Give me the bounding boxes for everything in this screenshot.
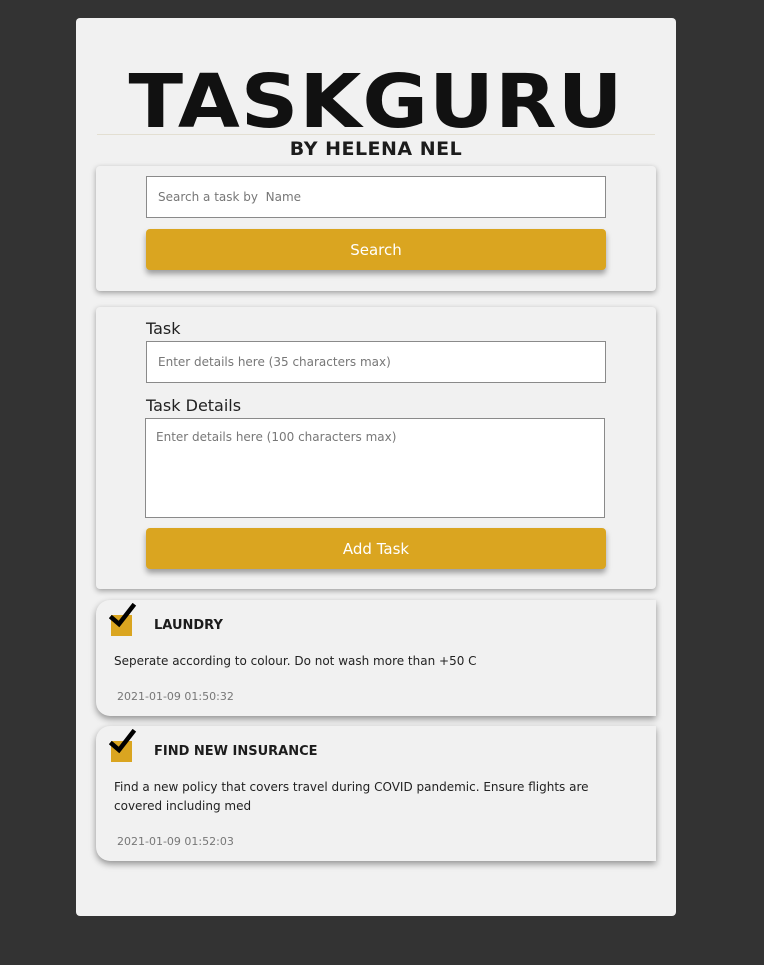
search-button[interactable]: Search xyxy=(146,229,606,270)
task-complete-checkbox[interactable] xyxy=(109,729,137,762)
task-complete-checkbox[interactable] xyxy=(109,603,137,636)
app-subtitle: BY HELENA NEL xyxy=(289,138,463,160)
task-name-input[interactable] xyxy=(146,341,606,383)
search-input[interactable] xyxy=(146,176,606,218)
task-details: Find a new policy that covers travel dur… xyxy=(114,780,589,813)
header-divider xyxy=(97,134,655,135)
task-timestamp: 2021-01-09 01:52:03 xyxy=(117,835,234,848)
task-card: LAUNDRY Seperate according to colour. Do… xyxy=(96,600,656,716)
task-card: FIND NEW INSURANCE Find a new policy tha… xyxy=(96,726,656,861)
task-timestamp: 2021-01-09 01:50:32 xyxy=(117,690,234,703)
app-container: TASKGURU BY HELENA NEL Search Task Task … xyxy=(76,18,676,916)
add-task-panel: Task Task Details Add Task xyxy=(96,307,656,589)
task-label: Task xyxy=(146,319,181,338)
check-icon xyxy=(109,729,137,754)
add-task-button[interactable]: Add Task xyxy=(146,528,606,569)
app-title: TASKGURU xyxy=(128,58,624,145)
task-details: Seperate according to colour. Do not was… xyxy=(114,654,477,668)
task-details-label: Task Details xyxy=(146,396,242,415)
task-title: LAUNDRY xyxy=(154,618,223,633)
search-panel: Search xyxy=(96,166,656,291)
task-title: FIND NEW INSURANCE xyxy=(154,744,318,759)
check-icon xyxy=(109,603,137,628)
task-details-textarea[interactable] xyxy=(145,418,605,518)
